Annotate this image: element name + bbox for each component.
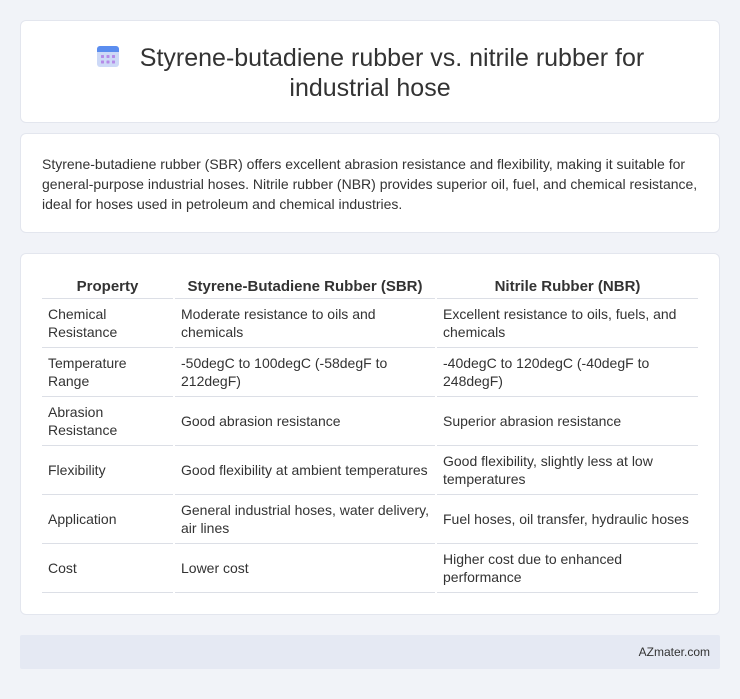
header-sbr: Styrene-Butadiene Rubber (SBR)	[173, 276, 436, 299]
table-row: Abrasion Resistance Good abrasion resist…	[42, 396, 698, 446]
comparison-card: Property Styrene-Butadiene Rubber (SBR) …	[20, 253, 720, 615]
nbr-cell: Good flexibility, slightly less at low t…	[435, 445, 698, 495]
page-title: Styrene-butadiene rubber vs. nitrile rub…	[139, 44, 645, 102]
table-row: Application General industrial hoses, wa…	[42, 494, 698, 544]
sbr-cell: Moderate resistance to oils and chemical…	[173, 298, 436, 348]
sbr-cell: Good abrasion resistance	[173, 396, 436, 446]
property-cell: Temperature Range	[42, 347, 174, 397]
comparison-table: Property Styrene-Butadiene Rubber (SBR) …	[42, 276, 698, 593]
property-cell: Flexibility	[42, 445, 174, 495]
property-cell: Cost	[42, 543, 174, 593]
property-cell: Chemical Resistance	[42, 298, 174, 348]
header-nbr: Nitrile Rubber (NBR)	[435, 276, 698, 299]
property-cell: Abrasion Resistance	[42, 396, 174, 446]
sbr-cell: Good flexibility at ambient temperatures	[173, 445, 436, 495]
table-row: Flexibility Good flexibility at ambient …	[42, 445, 698, 495]
nbr-cell: Superior abrasion resistance	[435, 396, 698, 446]
nbr-cell: Excellent resistance to oils, fuels, and…	[435, 298, 698, 348]
table-row: Cost Lower cost Higher cost due to enhan…	[42, 543, 698, 593]
sbr-cell: -50degC to 100degC (-58degF to 212degF)	[173, 347, 436, 397]
nbr-cell: Higher cost due to enhanced performance	[435, 543, 698, 593]
header-property: Property	[42, 276, 174, 299]
title-wrap: Styrene-butadiene rubber vs. nitrile rub…	[21, 43, 719, 103]
intro-paragraph: Styrene-butadiene rubber (SBR) offers ex…	[42, 156, 698, 212]
nbr-cell: Fuel hoses, oil transfer, hydraulic hose…	[435, 494, 698, 544]
sbr-cell: General industrial hoses, water delivery…	[173, 494, 436, 544]
table-row: Chemical Resistance Moderate resistance …	[42, 298, 698, 348]
property-cell: Application	[42, 494, 174, 544]
nbr-cell: -40degC to 120degC (-40degF to 248degF)	[435, 347, 698, 397]
title-card: Styrene-butadiene rubber vs. nitrile rub…	[20, 20, 720, 123]
intro-card: Styrene-butadiene rubber (SBR) offers ex…	[20, 133, 720, 233]
table-row: Temperature Range -50degC to 100degC (-5…	[42, 347, 698, 397]
footer-brand: AZmater.com	[638, 645, 710, 659]
footer-bar: AZmater.com	[20, 635, 720, 669]
table-header-row: Property Styrene-Butadiene Rubber (SBR) …	[42, 276, 698, 299]
calendar-icon	[96, 46, 119, 67]
sbr-cell: Lower cost	[173, 543, 436, 593]
